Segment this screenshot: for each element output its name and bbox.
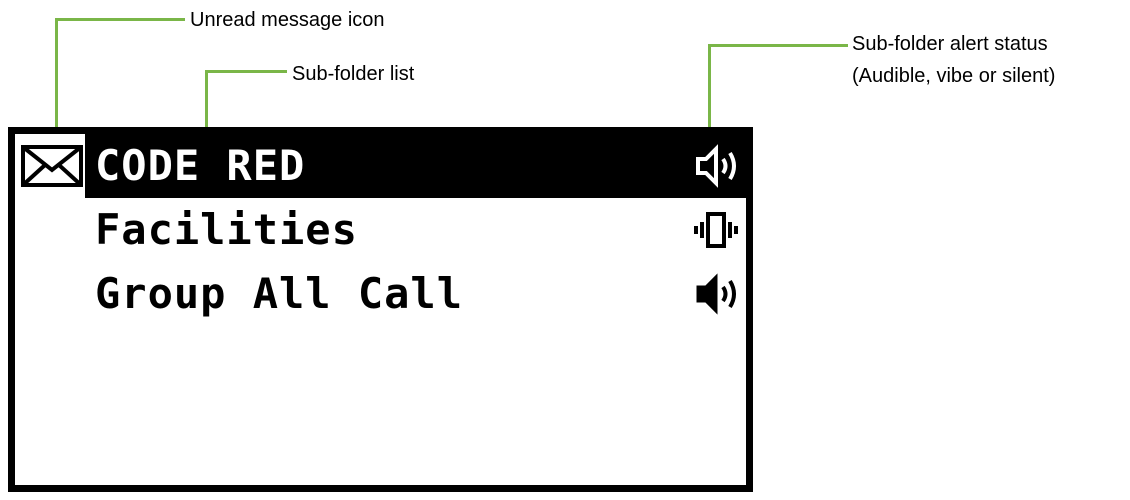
unread-envelope-icon xyxy=(21,145,83,187)
speaker-audible-filled-icon xyxy=(696,273,736,315)
callout-subfolder-list: Sub-folder list xyxy=(292,63,415,85)
folder-label: CODE RED xyxy=(95,141,306,190)
folder-row-facilities[interactable]: Facilities xyxy=(15,198,746,262)
device-screen: CODE RED Facilities Group All Call xyxy=(8,127,753,492)
folder-row-group-all-call[interactable]: Group All Call xyxy=(15,262,746,326)
speaker-audible-outline-icon xyxy=(696,144,736,188)
leader-line-unread xyxy=(55,18,185,21)
leader-line-alert-vertical xyxy=(708,44,711,132)
callout-alert-status-line1: Sub-folder alert status xyxy=(852,33,1048,55)
vibrate-icon xyxy=(694,212,738,248)
folder-label: Facilities xyxy=(95,205,358,254)
callout-alert-status-line2: (Audible, vibe or silent) xyxy=(852,65,1056,87)
leader-line-subfolder xyxy=(205,70,287,73)
callout-unread-message-icon: Unread message icon xyxy=(190,9,385,31)
leader-line-alert xyxy=(708,44,848,47)
folder-label: Group All Call xyxy=(95,269,464,318)
folder-row-code-red[interactable]: CODE RED xyxy=(15,134,746,198)
